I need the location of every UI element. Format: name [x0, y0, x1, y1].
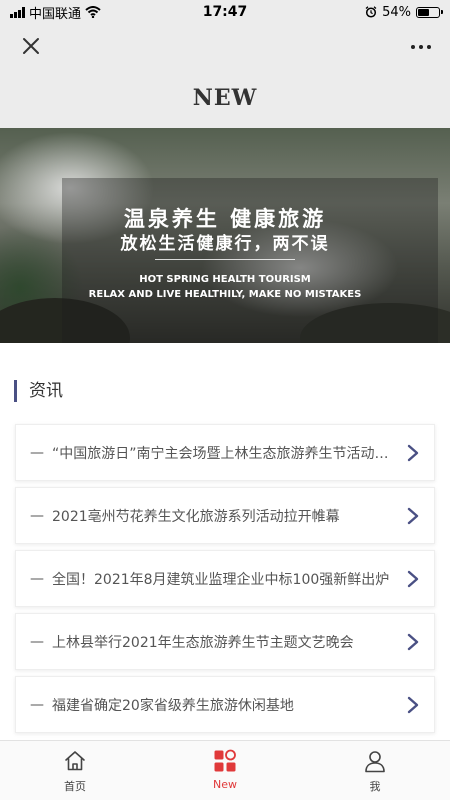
carrier-label: 中国联通: [29, 6, 82, 22]
news-section: 资讯 — “中国旅游日”南宁主会场暨上林生态旅游养生节活动开幕 — 2021亳州…: [0, 343, 450, 740]
news-title: 2021亳州芍花养生文化旅游系列活动拉开帷幕: [52, 508, 340, 525]
news-dash: —: [30, 696, 44, 713]
status-time: 17:47: [202, 4, 248, 20]
banner-english-line1: HOT SPRING HEALTH TOURISM: [139, 274, 311, 285]
tab-home[interactable]: 首页: [0, 741, 150, 800]
news-dash: —: [30, 570, 44, 587]
grid-icon: [214, 749, 236, 772]
news-title: 福建省确定20家省级养生旅游休闲基地: [52, 697, 294, 714]
hero-banner[interactable]: 温泉养生 健康旅游 放松生活健康行，两不误 HOT SPRING HEALTH …: [0, 128, 450, 343]
status-left: 中国联通: [10, 3, 160, 22]
battery-fill: [418, 8, 429, 16]
chevron-right-icon: [407, 633, 419, 650]
news-dash: —: [30, 444, 44, 461]
news-dash: —: [30, 507, 44, 524]
signal-icon: [10, 6, 25, 18]
alarm-icon: [365, 6, 377, 18]
battery-percent: 54%: [382, 4, 411, 20]
news-dash: —: [30, 633, 44, 650]
banner-divider: [155, 259, 295, 260]
status-right: 54%: [290, 4, 443, 20]
news-title: 全国！2021年8月建筑业监理企业中标100强新鲜出炉: [52, 571, 390, 588]
chevron-right-icon: [407, 507, 419, 524]
tab-new[interactable]: New: [150, 741, 300, 800]
banner-english-line2: RELAX AND LIVE HEALTHILY, MAKE NO MISTAK…: [88, 289, 362, 300]
more-icon[interactable]: [408, 34, 434, 60]
news-item[interactable]: — 上林县举行2021年生态旅游养生节主题文艺晚会: [15, 613, 435, 670]
page-title: NEW: [192, 85, 258, 111]
tab-new-label: New: [213, 778, 237, 791]
nav-bar: [0, 24, 450, 68]
news-title: “中国旅游日”南宁主会场暨上林生态旅游养生节活动开幕: [52, 445, 396, 462]
chevron-right-icon: [407, 696, 419, 713]
close-icon[interactable]: [18, 33, 44, 59]
news-item[interactable]: — 2021亳州芍花养生文化旅游系列活动拉开帷幕: [15, 487, 435, 544]
status-bar: 中国联通 17:47 54%: [0, 0, 450, 24]
battery-icon: [416, 6, 443, 18]
news-title: 上林县举行2021年生态旅游养生节主题文艺晚会: [52, 634, 354, 651]
user-icon: [365, 751, 385, 773]
title-area: NEW: [0, 68, 450, 128]
tab-profile[interactable]: 我: [300, 741, 450, 800]
chevron-right-icon: [407, 570, 419, 587]
chevron-right-icon: [407, 444, 419, 461]
tab-home-label: 首页: [64, 780, 86, 793]
news-item[interactable]: — 全国！2021年8月建筑业监理企业中标100强新鲜出炉: [15, 550, 435, 607]
home-icon: [65, 751, 85, 771]
wifi-icon: [85, 6, 101, 18]
section-title: 资讯: [14, 380, 63, 402]
banner-subheadline: 放松生活健康行，两不误: [120, 234, 330, 254]
news-item[interactable]: — 福建省确定20家省级养生旅游休闲基地: [15, 676, 435, 733]
bottom-tab-bar: 首页 New 我: [0, 740, 450, 800]
news-item[interactable]: — “中国旅游日”南宁主会场暨上林生态旅游养生节活动开幕: [15, 424, 435, 481]
tab-profile-label: 我: [369, 780, 381, 793]
